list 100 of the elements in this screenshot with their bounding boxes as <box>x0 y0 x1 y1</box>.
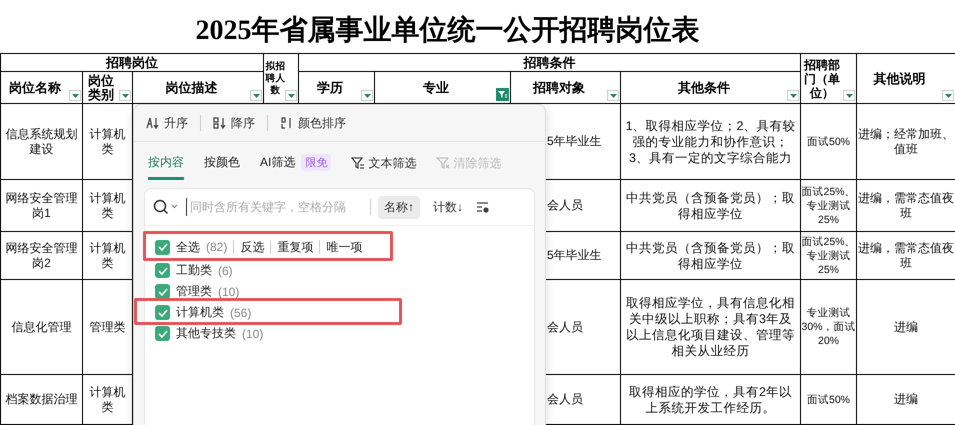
table-cell: 进编 <box>894 320 918 334</box>
table-cell: 1、取得相应学位；2、具有较强的专业能力和协作意识；3、具有一定的文字综合能力 <box>626 118 796 164</box>
table-cell: 5年毕业生 <box>547 134 602 148</box>
sheet-title: 2025年省属事业单位统一公开招聘岗位表 <box>194 14 700 48</box>
column-header: 专业 <box>423 80 450 95</box>
column-header: 招聘部门（单位） <box>803 58 842 100</box>
table-cell: 信息化管理 <box>12 320 72 334</box>
filter-dropdown-button[interactable] <box>285 90 298 101</box>
sort-button[interactable]: 升序 <box>146 114 188 132</box>
item-count: (10) <box>218 284 240 298</box>
filter-icon <box>498 90 508 99</box>
table-cell: 进编 <box>894 392 918 406</box>
column-header: 岗位描述 <box>166 80 218 95</box>
checkbox[interactable] <box>155 240 170 254</box>
column-header: 学历 <box>317 80 344 95</box>
checkbox[interactable] <box>155 263 170 278</box>
sort-button[interactable]: 颜色排序 <box>280 114 346 132</box>
sort-button[interactable]: 降序 <box>213 114 255 132</box>
table-cell: 中共党员（含预备党员）；取得相应学位 <box>626 240 796 270</box>
caret-icon <box>790 94 797 98</box>
filter-dropdown-button[interactable] <box>119 90 131 101</box>
item-count: (6) <box>218 264 233 278</box>
checkbox[interactable] <box>155 326 170 341</box>
caret-icon <box>944 94 952 98</box>
caret-icon <box>364 94 371 98</box>
filter-dropdown-button[interactable] <box>361 90 374 101</box>
checkbox[interactable] <box>155 305 170 320</box>
table-cell: 面试25%、专业测试25% <box>802 186 856 226</box>
table-cell: 面试50% <box>807 394 850 406</box>
item-count: (82) <box>206 240 228 254</box>
filter-dropdown-button[interactable] <box>942 90 954 101</box>
filter-icon <box>351 156 366 170</box>
column-header: 招聘对象 <box>533 80 586 95</box>
table-cell: 会人员 <box>547 198 584 212</box>
checkmark-icon <box>158 243 168 251</box>
filter-dropdown-button[interactable] <box>843 90 856 101</box>
table-cell: 进编，需常态值夜班 <box>858 240 954 270</box>
checkmark-icon <box>158 330 168 338</box>
filter-dropdown-button[interactable] <box>787 90 800 101</box>
table-cell: 面试50% <box>807 136 850 148</box>
table-cell: 计算机类 <box>90 240 126 270</box>
checkmark-icon <box>158 288 168 296</box>
select-all-label[interactable]: 全选 <box>176 238 200 256</box>
table-cell: 取得相应学位，具有信息化相关中级以上职称；具有3年及以上信息化项目建设、管理等相关从业经历 <box>626 296 796 358</box>
filter-item-label[interactable]: 管理类 <box>176 283 212 300</box>
filter-dropdown-button[interactable] <box>69 90 81 101</box>
filter-tab[interactable]: 按颜色 <box>204 146 240 180</box>
table-cell: 会人员 <box>547 320 584 334</box>
table-cell: 5年毕业生 <box>547 248 602 262</box>
settings-icon[interactable] <box>476 200 490 214</box>
sort-chip[interactable]: 名称↑ <box>378 196 420 218</box>
table-cell: 管理类 <box>90 320 126 334</box>
clear-filter-icon <box>436 156 450 170</box>
group-header: 招聘条件 <box>524 54 576 70</box>
filter-item-label[interactable]: 其他专技类 <box>176 325 236 342</box>
checkmark-icon <box>158 266 168 274</box>
filter-action-link[interactable]: 反选 <box>240 238 264 256</box>
table-cell: 进编；经常加班、值班 <box>858 126 954 156</box>
filter-action-link[interactable]: 重复项 <box>277 238 314 256</box>
promo-badge: 限免 <box>301 154 332 171</box>
column-header: 其他条件 <box>678 80 730 95</box>
group-header: 招聘岗位 <box>106 54 158 70</box>
filter-action-link[interactable]: 唯一项 <box>326 238 362 256</box>
table-cell: 网络安全管理岗2 <box>6 240 78 270</box>
active-filter-button[interactable] <box>496 88 510 101</box>
column-header: 拟招聘人数 <box>266 60 286 96</box>
filter-item-label[interactable]: 计算机类 <box>176 304 224 321</box>
table-cell: 计算机类 <box>90 190 126 220</box>
checkmark-icon <box>158 308 168 316</box>
column-header: 岗位名称 <box>9 80 61 95</box>
table-cell: 网络安全管理岗1 <box>6 190 78 220</box>
text-filter-button[interactable]: 文本筛选 <box>351 154 416 172</box>
column-header: 岗位类别 <box>86 74 115 102</box>
caret-icon <box>72 94 78 98</box>
column-header: 其他说明 <box>874 72 926 86</box>
table-cell: 面试25%、专业测试25% <box>802 236 856 276</box>
filter-tab[interactable]: AI筛选 限免 <box>260 146 332 180</box>
caret-icon <box>846 94 853 98</box>
filter-tab[interactable]: 按内容 <box>148 146 184 180</box>
search-icon[interactable] <box>153 199 179 215</box>
caret-icon <box>288 94 295 98</box>
sort-descending-icon <box>213 116 227 130</box>
sort-ascending-icon <box>146 116 160 130</box>
table-cell: 进编，需常态值夜班 <box>858 190 954 220</box>
filter-dropdown-button[interactable] <box>607 90 620 101</box>
table-cell: 会人员 <box>547 392 584 406</box>
filter-dropdown-button[interactable] <box>250 90 262 101</box>
table-cell: 计算机类 <box>90 384 126 414</box>
filter-item-label[interactable]: 工勤类 <box>176 262 212 279</box>
item-count: (10) <box>242 326 264 340</box>
caret-icon <box>610 94 617 98</box>
checkbox[interactable] <box>155 284 170 299</box>
caret-icon <box>122 94 128 98</box>
table-cell: 中共党员（含预备党员）；取得相应学位 <box>626 190 796 220</box>
table-cell: 计算机类 <box>90 126 126 156</box>
sort-chip[interactable]: 计数↓ <box>427 196 469 218</box>
table-cell: 专业测试30%，面试20% <box>802 307 856 347</box>
item-count: (56) <box>230 306 252 320</box>
table-cell: 取得相应的学位，具有2年以上系统开发工作经历。 <box>629 384 792 414</box>
caret-icon <box>252 94 260 98</box>
